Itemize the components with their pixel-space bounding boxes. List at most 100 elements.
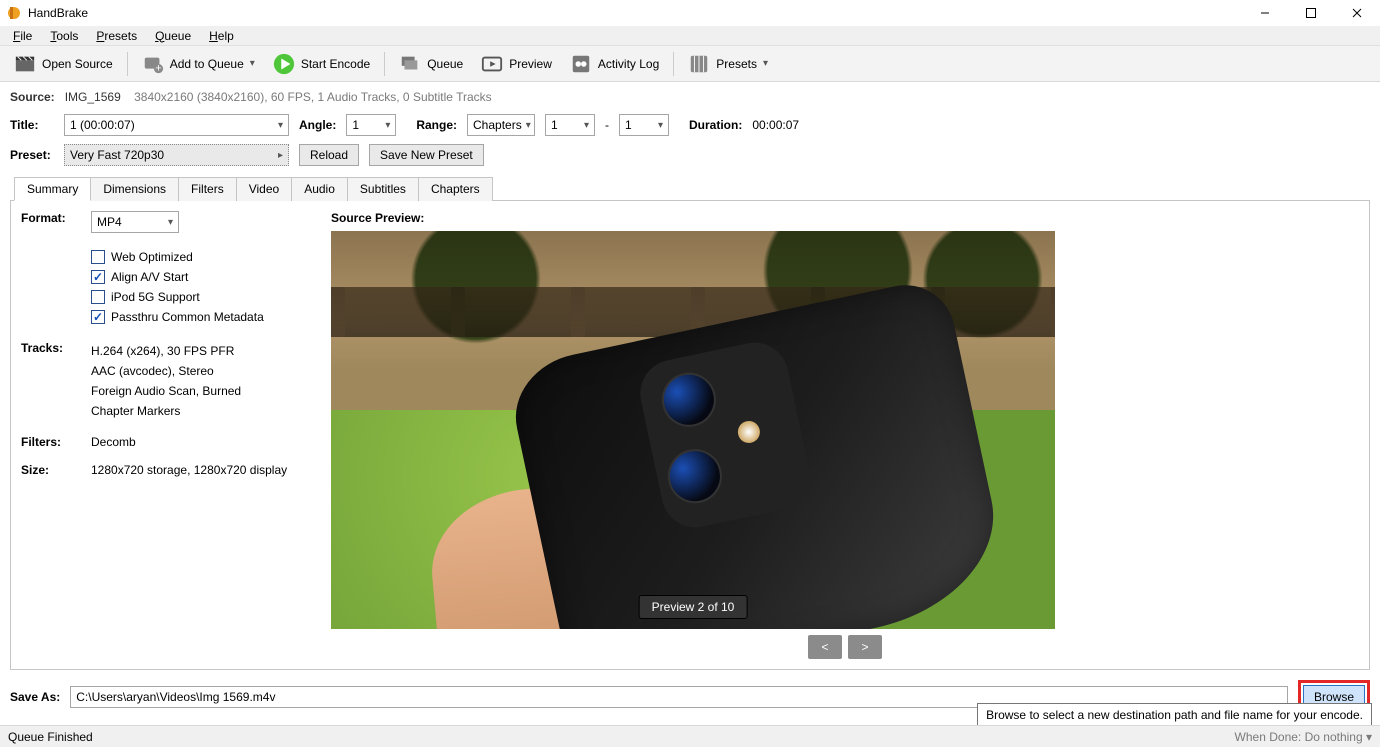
add-queue-label: Add to Queue [170,57,244,71]
open-source-label: Open Source [42,57,113,71]
chevron-down-icon: ▾ [250,58,255,69]
preview-counter: Preview 2 of 10 [639,595,748,619]
size-label: Size: [21,463,81,477]
title-row: Title: 1 (00:00:07)▾ Angle: 1▾ Range: Ch… [0,110,1380,140]
menu-presets[interactable]: Presets [89,27,144,45]
add-to-queue-button[interactable]: + Add to Queue ▾ [134,49,263,79]
range-from-select[interactable]: 1▾ [545,114,595,136]
play-icon [273,53,295,75]
when-done: When Done: Do nothing ▾ [1235,730,1372,744]
source-preview-image: Preview 2 of 10 [331,231,1055,629]
minimize-button[interactable] [1242,0,1288,26]
queue-icon [399,53,421,75]
chevron-down-icon: ▾ [763,58,768,69]
save-as-label: Save As: [10,690,60,704]
maximize-button[interactable] [1288,0,1334,26]
preview-next-button[interactable]: > [848,635,882,659]
tracks-label: Tracks: [21,341,81,355]
summary-panel: Format: MP4▾ Web Optimized ✓ Align A/V St… [10,200,1370,670]
title-bar: HandBrake [0,0,1380,26]
track-item: Foreign Audio Scan, Burned [91,381,241,401]
preset-label: Preset: [10,148,54,162]
format-label: Format: [21,211,81,233]
tab-summary[interactable]: Summary [14,177,91,201]
range-sep: - [605,118,609,132]
source-label: Source: [10,90,55,104]
toolbar: Open Source + Add to Queue ▾ Start Encod… [0,46,1380,82]
close-button[interactable] [1334,0,1380,26]
duration-value: 00:00:07 [752,118,799,132]
clapper-icon [14,53,36,75]
status-bar: Queue Finished When Done: Do nothing ▾ [0,725,1380,747]
separator [673,52,674,76]
save-preset-button[interactable]: Save New Preset [369,144,484,166]
preset-select[interactable]: Very Fast 720p30▸ [64,144,289,166]
tab-audio[interactable]: Audio [292,177,348,201]
presets-button[interactable]: Presets ▾ [680,49,776,79]
preset-row: Preset: Very Fast 720p30▸ Reload Save Ne… [0,140,1380,170]
tab-filters[interactable]: Filters [179,177,237,201]
menu-tools[interactable]: Tools [43,27,85,45]
separator [127,52,128,76]
range-label: Range: [416,118,457,132]
filters-label: Filters: [21,435,81,449]
label-ipod-5g: iPod 5G Support [111,287,200,307]
checkbox-align-av[interactable]: ✓ [91,270,105,284]
start-encode-label: Start Encode [301,57,370,71]
add-queue-icon: + [142,53,164,75]
track-item: AAC (avcodec), Stereo [91,361,241,381]
label-align-av: Align A/V Start [111,267,188,287]
label-web-optimized: Web Optimized [111,247,193,267]
title-label: Title: [10,118,54,132]
browse-tooltip: Browse to select a new destination path … [977,703,1372,727]
angle-select[interactable]: 1▾ [346,114,396,136]
checkbox-passthru-meta[interactable]: ✓ [91,310,105,324]
source-info: Source: IMG_1569 3840x2160 (3840x2160), … [0,82,1380,110]
presets-icon [688,53,710,75]
tab-subtitles[interactable]: Subtitles [348,177,419,201]
angle-label: Angle: [299,118,336,132]
activity-log-button[interactable]: Activity Log [562,49,667,79]
size-value: 1280x720 storage, 1280x720 display [91,463,287,477]
menu-bar: File Tools Presets Queue Help [0,26,1380,46]
menu-help[interactable]: Help [202,27,241,45]
open-source-button[interactable]: Open Source [6,49,121,79]
tab-dimensions[interactable]: Dimensions [91,177,179,201]
range-type-select[interactable]: Chapters▾ [467,114,535,136]
preview-prev-button[interactable]: < [808,635,842,659]
reload-button[interactable]: Reload [299,144,359,166]
activity-label: Activity Log [598,57,659,71]
preview-label: Preview [509,57,552,71]
source-preview-label: Source Preview: [331,211,1359,225]
duration-label: Duration: [689,118,742,132]
menu-queue[interactable]: Queue [148,27,198,45]
activity-icon [570,53,592,75]
source-details: 3840x2160 (3840x2160), 60 FPS, 1 Audio T… [134,90,492,104]
filters-value: Decomb [91,435,136,449]
track-item: Chapter Markers [91,401,241,421]
separator [384,52,385,76]
presets-label: Presets [716,57,757,71]
queue-button[interactable]: Queue [391,49,471,79]
tab-chapters[interactable]: Chapters [419,177,493,201]
title-select[interactable]: 1 (00:00:07)▾ [64,114,289,136]
tabs: Summary Dimensions Filters Video Audio S… [14,176,1370,200]
menu-file[interactable]: File [6,27,39,45]
format-select[interactable]: MP4▾ [91,211,179,233]
queue-label: Queue [427,57,463,71]
track-item: H.264 (x264), 30 FPS PFR [91,341,241,361]
svg-text:+: + [155,62,161,74]
label-passthru-meta: Passthru Common Metadata [111,307,264,327]
tab-video[interactable]: Video [237,177,292,201]
app-icon [6,5,22,21]
range-to-select[interactable]: 1▾ [619,114,669,136]
preview-icon [481,53,503,75]
checkbox-ipod-5g[interactable] [91,290,105,304]
preview-button[interactable]: Preview [473,49,560,79]
window-title: HandBrake [28,6,88,20]
status-text: Queue Finished [8,730,93,744]
source-name: IMG_1569 [65,90,121,104]
start-encode-button[interactable]: Start Encode [265,49,378,79]
tracks-list: H.264 (x264), 30 FPS PFR AAC (avcodec), … [91,341,241,421]
checkbox-web-optimized[interactable] [91,250,105,264]
